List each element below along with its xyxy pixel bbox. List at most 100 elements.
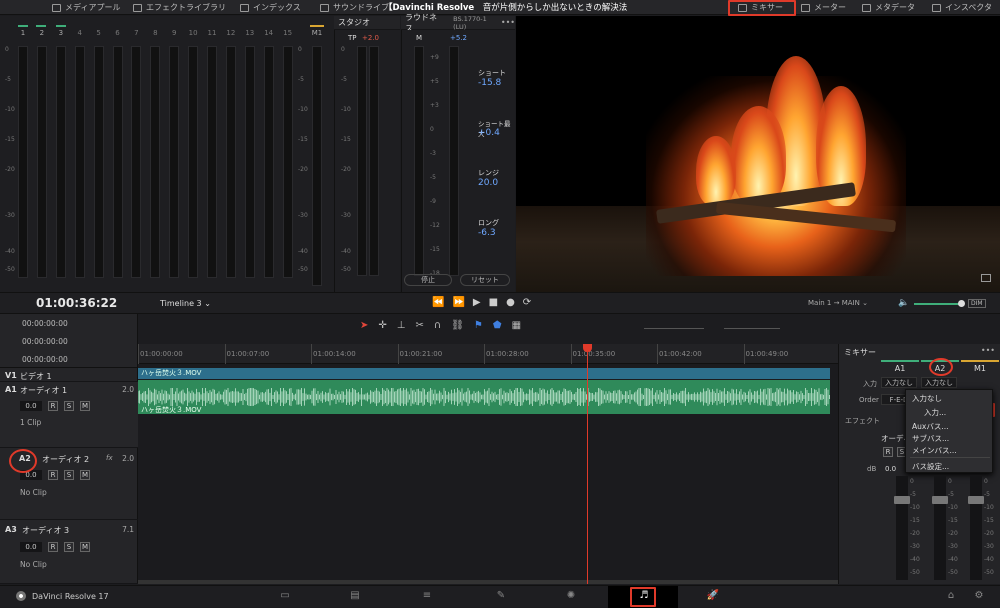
meter-toggle-button[interactable]: メーター bbox=[801, 1, 846, 14]
sound-library-button[interactable]: サウンドライブ bbox=[320, 1, 389, 14]
audio-clip-label: ハヶ岳焚火３.MOV bbox=[141, 406, 202, 414]
index-button[interactable]: インデックス bbox=[240, 1, 301, 14]
meter-label: メーター bbox=[814, 3, 846, 12]
duration-timecode: 00:00:00:00 bbox=[22, 355, 68, 364]
track-height-slider[interactable] bbox=[724, 328, 780, 329]
mixer-col-m1[interactable]: M1 bbox=[961, 360, 999, 374]
menu-item-input[interactable]: 入力... bbox=[924, 407, 946, 418]
a2-fader[interactable] bbox=[932, 496, 948, 504]
studio-scale-tick: -20 bbox=[341, 166, 351, 173]
a3-solo-button[interactable]: S bbox=[64, 542, 74, 552]
meter-channel-11 bbox=[207, 46, 217, 278]
monitor-volume-slider[interactable] bbox=[914, 303, 962, 305]
index-label: インデックス bbox=[253, 3, 301, 12]
media-pool-button[interactable]: メディアプール bbox=[52, 1, 120, 14]
metadata-icon bbox=[862, 3, 871, 12]
menu-item-sub-bus[interactable]: サブバス... bbox=[912, 433, 949, 444]
a1-input-select[interactable]: 入力なし bbox=[881, 377, 917, 388]
a1-fader[interactable] bbox=[894, 496, 910, 504]
speaker-icon[interactable]: 🔈 bbox=[898, 298, 909, 308]
inspector-label: インスペクタ bbox=[945, 3, 992, 12]
edit-tools[interactable]: ➤✛⊥✂∩⛓⚑⬟▦ bbox=[360, 320, 531, 331]
fast-forward-icon: ⏩ bbox=[452, 297, 473, 308]
ruler-label: 01:00:00:00 bbox=[140, 350, 183, 358]
a2-fader-track bbox=[934, 476, 946, 580]
studio-panel: TP +2.0 0 -5 -10 -15 -20 -30 -40 -50 bbox=[334, 30, 400, 292]
audio-clip[interactable]: ハヶ岳焚火３.MOV bbox=[138, 380, 830, 414]
meter-channel-label: 8 bbox=[153, 29, 158, 37]
color-page-icon[interactable]: ✺ bbox=[564, 590, 578, 602]
meter-scale-tick: -15 bbox=[298, 136, 308, 143]
output-routing[interactable]: Main 1 → MAIN ⌄ bbox=[808, 299, 868, 307]
playback-controls[interactable]: ⏪⏩▶■●⟳ bbox=[432, 297, 539, 308]
meter-scale-tick: -50 bbox=[5, 266, 15, 273]
mixer-options-icon[interactable]: ••• bbox=[981, 346, 995, 355]
track-a3[interactable]: A3 オーディオ 3 7.1 0.0 R S M No Clip bbox=[0, 520, 138, 584]
mixer-col-a1[interactable]: A1 bbox=[881, 360, 919, 374]
reset-button[interactable]: リセット bbox=[460, 274, 510, 286]
fullscreen-icon[interactable] bbox=[981, 274, 991, 282]
playhead[interactable] bbox=[587, 344, 588, 584]
video-clip[interactable]: ハヶ岳焚火３.MOV bbox=[138, 368, 830, 379]
timeline-ruler[interactable]: 01:00:00:00 01:00:07:00 01:00:14:00 01:00:2… bbox=[138, 344, 838, 364]
mixer-a1-record[interactable]: R bbox=[883, 447, 893, 457]
track-a1[interactable]: A1 オーディオ 1 2.0 0.0 R S M 1 Clip bbox=[0, 382, 138, 448]
track-v1[interactable]: V1 ビデオ 1 bbox=[0, 368, 138, 382]
studio-header: スタジオ bbox=[334, 16, 400, 30]
mixer-scale-tick: 0 bbox=[948, 478, 952, 485]
m1-fader[interactable] bbox=[968, 496, 984, 504]
cut-page-icon[interactable]: ▤ bbox=[348, 590, 362, 602]
input-dropdown-menu: 入力なし 入力... Auxバス... サブバス... メインバス... バス設… bbox=[905, 389, 993, 473]
mixer-scale-tick: 0 bbox=[984, 478, 988, 485]
a3-volume[interactable]: 0.0 bbox=[20, 542, 42, 552]
a1-solo-button[interactable]: S bbox=[64, 401, 74, 411]
menu-item-no-input[interactable]: 入力なし bbox=[912, 393, 942, 404]
m-value: +5.2 bbox=[450, 34, 467, 42]
menu-item-aux-bus[interactable]: Auxバス... bbox=[912, 421, 948, 432]
media-page-icon[interactable]: ▭ bbox=[278, 590, 292, 602]
effects-library-button[interactable]: エフェクトライブラリ bbox=[133, 1, 226, 14]
order-label: Order bbox=[859, 396, 879, 404]
playhead-handle[interactable] bbox=[583, 344, 592, 352]
menu-item-main-bus[interactable]: メインバス... bbox=[912, 445, 957, 456]
meter-scale-tick: -15 bbox=[5, 136, 15, 143]
studio-scale-tick: -30 bbox=[341, 212, 351, 219]
dim-button[interactable]: DIM bbox=[968, 299, 986, 308]
settings-gear-icon[interactable]: ⚙ bbox=[972, 590, 986, 602]
inspector-button[interactable]: インスペクタ bbox=[932, 1, 992, 14]
play-icon: ▶ bbox=[472, 297, 489, 308]
timeline-selector[interactable]: Timeline 3 ⌄ bbox=[160, 299, 211, 308]
flag-icon: ⚑ bbox=[473, 320, 493, 331]
fusion-page-icon[interactable]: ✎ bbox=[494, 590, 508, 602]
studio-scale-tick: -10 bbox=[341, 106, 351, 113]
metadata-button[interactable]: メタデータ bbox=[862, 1, 915, 14]
a3-record-button[interactable]: R bbox=[48, 542, 58, 552]
deliver-page-icon[interactable]: 🚀 bbox=[706, 590, 720, 602]
mixer-scale-tick: -30 bbox=[984, 543, 994, 550]
a2-input-select[interactable]: 入力なし bbox=[921, 377, 957, 388]
edit-page-icon[interactable]: ≡ bbox=[420, 590, 434, 602]
page-navigation-bar: DaVinci Resolve 17 ▭ ▤ ≡ ✎ ✺ ♬ 🚀 ⌂ ⚙ bbox=[0, 585, 1000, 608]
ruler-tick bbox=[138, 344, 139, 364]
highlight-mixer-button bbox=[728, 0, 796, 16]
mixer-scale-tick: -30 bbox=[948, 543, 958, 550]
timeline-area[interactable]: 01:00:00:00 01:00:07:00 01:00:14:00 01:00:2… bbox=[138, 344, 838, 584]
meter-channel-label: 4 bbox=[77, 29, 82, 37]
pause-button[interactable]: 停止 bbox=[404, 274, 452, 286]
zoom-slider[interactable] bbox=[644, 328, 704, 329]
home-icon[interactable]: ⌂ bbox=[944, 590, 958, 602]
a2-record-button[interactable]: R bbox=[48, 470, 58, 480]
loudness-scale-tick: +9 bbox=[430, 54, 439, 61]
a2-mute-button[interactable]: M bbox=[80, 470, 90, 480]
monitor-volume-knob[interactable] bbox=[958, 300, 965, 307]
menu-item-bus-settings[interactable]: バス設定... bbox=[912, 461, 949, 472]
a1-volume[interactable]: 0.0 bbox=[20, 401, 42, 411]
a1-record-button[interactable]: R bbox=[48, 401, 58, 411]
meter-channel-13 bbox=[244, 46, 255, 278]
a1-mute-button[interactable]: M bbox=[80, 401, 90, 411]
a2-solo-button[interactable]: S bbox=[64, 470, 74, 480]
meter-channel-2 bbox=[36, 46, 47, 278]
ruler-label: 01:00:42:00 bbox=[659, 350, 702, 358]
timeline-scrollbar[interactable] bbox=[138, 580, 838, 584]
a3-mute-button[interactable]: M bbox=[80, 542, 90, 552]
